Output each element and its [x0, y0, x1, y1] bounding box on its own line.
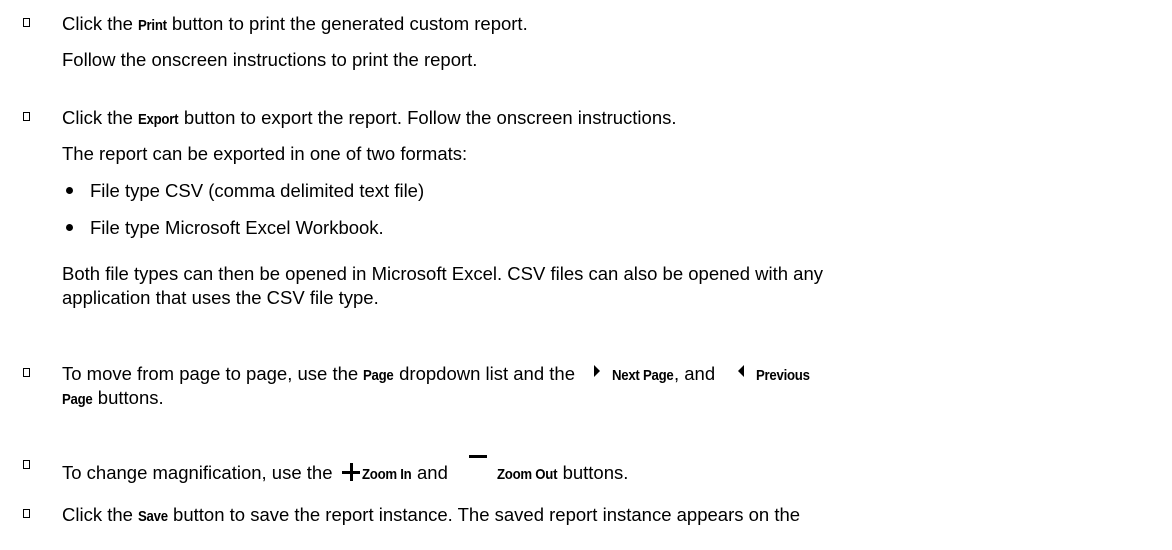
format-excel: File type Microsoft Excel Workbook. — [90, 217, 384, 238]
square-bullet-icon — [23, 509, 30, 518]
next-page-icon — [594, 365, 601, 377]
zoom-in-button-label: Zoom In — [361, 466, 412, 483]
export-note-line1: Both file types can then be opened in Mi… — [62, 263, 824, 284]
square-bullet-icon — [23, 460, 30, 469]
print-followup-text: Follow the onscreen instructions to prin… — [62, 49, 478, 70]
print-instruction: Click the Print button to print the gene… — [62, 13, 528, 37]
round-bullet-icon — [66, 224, 73, 231]
format-csv: File type CSV (comma delimited text file… — [90, 180, 425, 201]
page-navigation-instruction-cont: Page buttons. — [62, 387, 164, 411]
square-bullet-icon — [23, 112, 30, 121]
page-dropdown-label: Page — [363, 367, 394, 384]
square-bullet-icon — [23, 368, 30, 377]
document-page: Click the Print button to print the gene… — [0, 0, 1172, 550]
save-instruction: Click the Save button to save the report… — [62, 504, 800, 528]
page-navigation-instruction: To move from page to page, use the Page … — [62, 363, 817, 387]
next-page-button-label: Next Page — [612, 367, 674, 384]
previous-page-button-label: Previous — [756, 367, 810, 384]
previous-page-button-label-cont: Page — [62, 391, 93, 408]
zoom-instruction: To change magnification, use the Zoom In… — [62, 455, 628, 486]
square-bullet-icon — [23, 18, 30, 27]
export-button-label: Export — [138, 111, 179, 128]
print-button-label: Print — [138, 17, 167, 34]
round-bullet-icon — [66, 187, 73, 194]
export-formats-intro: The report can be exported in one of two… — [62, 143, 468, 164]
zoom-out-icon — [469, 455, 488, 473]
export-note-line2: application that uses the CSV file type. — [62, 287, 379, 308]
previous-page-icon — [738, 365, 745, 377]
zoom-in-icon — [341, 463, 360, 481]
zoom-out-button-label: Zoom Out — [497, 466, 558, 483]
save-button-label: Save — [138, 508, 168, 525]
export-instruction: Click the Export button to export the re… — [62, 107, 677, 131]
